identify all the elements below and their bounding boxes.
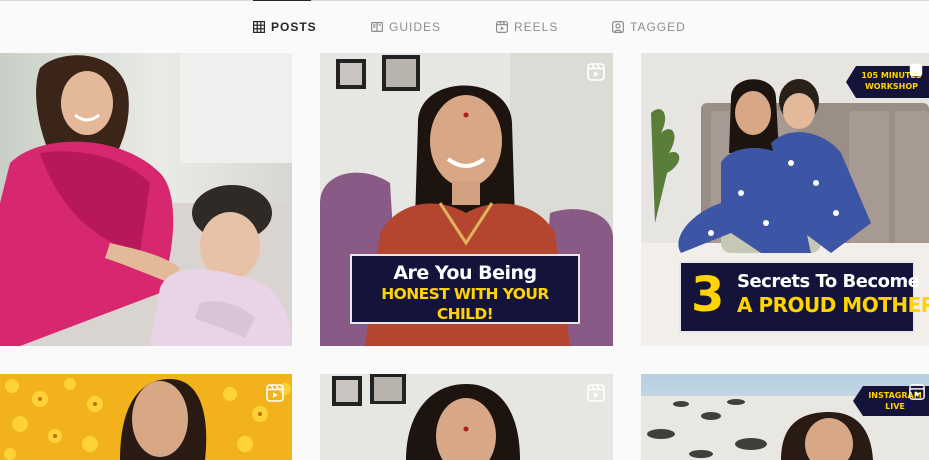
profile-tabs: POSTS GUIDES REELS TAGGED <box>0 0 929 53</box>
post-1-photo <box>0 53 292 346</box>
reel-icon <box>587 384 605 402</box>
reels-icon <box>496 21 508 33</box>
post-3-caption-line1: Secrets To Become <box>737 271 920 292</box>
post-2-caption: Are You Being HONEST WITH YOUR CHILD! <box>350 254 580 324</box>
reel-icon <box>266 384 284 402</box>
tab-reels[interactable]: REELS <box>496 18 558 36</box>
post-4-photo <box>0 374 292 460</box>
post-3-caption-line2: A PROUD MOTHER <box>737 293 929 317</box>
post-6-badge-line2: LIVE <box>885 402 905 411</box>
tab-guides[interactable]: GUIDES <box>371 18 441 36</box>
post-3-caption-number: 3 <box>691 267 725 323</box>
post-5-photo <box>320 374 613 460</box>
post-3-caption: 3 Secrets To Become A PROUD MOTHER <box>679 261 929 333</box>
post-tile-3[interactable]: 105 MINUTES WORKSHOP 3 Secrets To Become… <box>641 53 929 346</box>
reel-icon <box>909 63 923 77</box>
post-tile-2[interactable]: Are You Being HONEST WITH YOUR CHILD! <box>320 53 613 346</box>
post-2-caption-line2: HONEST WITH YOUR CHILD! <box>381 285 549 323</box>
post-2-caption-line1: Are You Being <box>393 262 537 284</box>
guides-icon <box>371 21 383 33</box>
post-3-badge-line2: WORKSHOP <box>864 82 919 91</box>
tab-tagged[interactable]: TAGGED <box>612 18 686 36</box>
tab-tagged-label: TAGGED <box>630 20 686 34</box>
reel-icon <box>909 384 925 400</box>
post-tile-6[interactable]: INSTAGRAM LIVE <box>641 374 929 460</box>
post-tile-1[interactable] <box>0 53 292 346</box>
tagged-icon <box>612 21 624 33</box>
reel-icon <box>587 63 605 81</box>
tab-posts[interactable]: POSTS <box>253 18 317 36</box>
post-tile-5[interactable] <box>320 374 613 460</box>
grid-icon <box>253 21 265 33</box>
tab-reels-label: REELS <box>514 20 559 34</box>
tab-guides-label: GUIDES <box>389 20 442 34</box>
tab-posts-label: POSTS <box>271 20 317 34</box>
post-tile-4[interactable] <box>0 374 292 460</box>
